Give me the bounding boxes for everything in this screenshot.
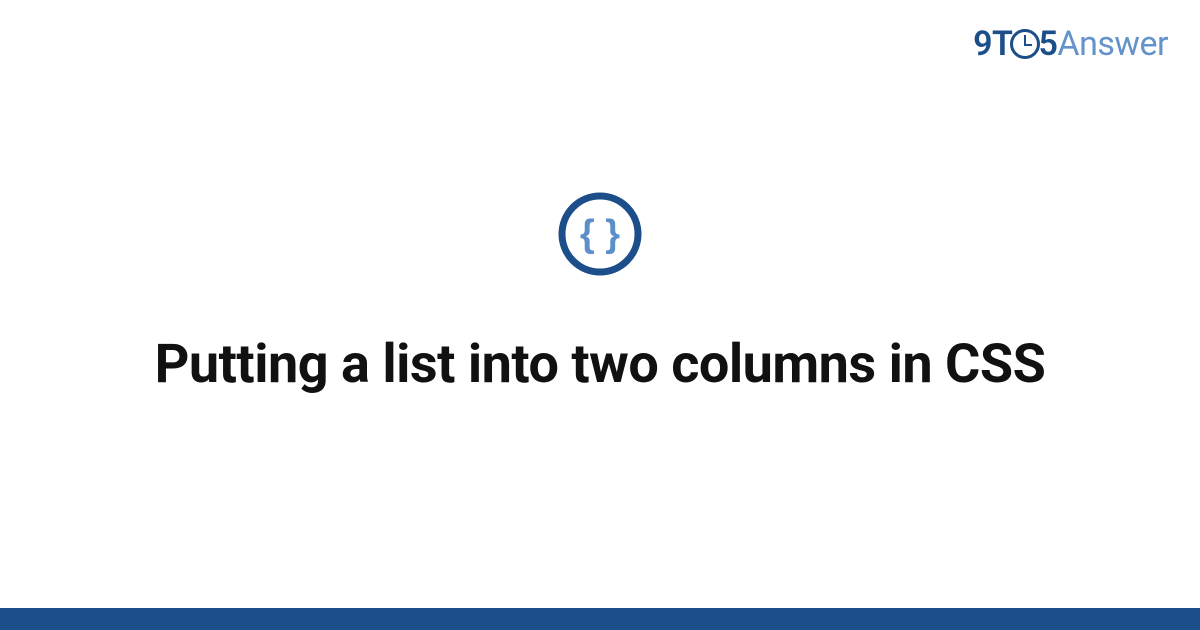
page-title: Putting a list into two columns in CSS [155,332,1046,398]
footer-accent-bar [0,608,1200,630]
css-braces-icon: { } [558,192,642,276]
main-content: { } Putting a list into two columns in C… [0,0,1200,630]
topic-badge: { } [558,192,642,276]
svg-text:{ }: { } [580,213,620,255]
